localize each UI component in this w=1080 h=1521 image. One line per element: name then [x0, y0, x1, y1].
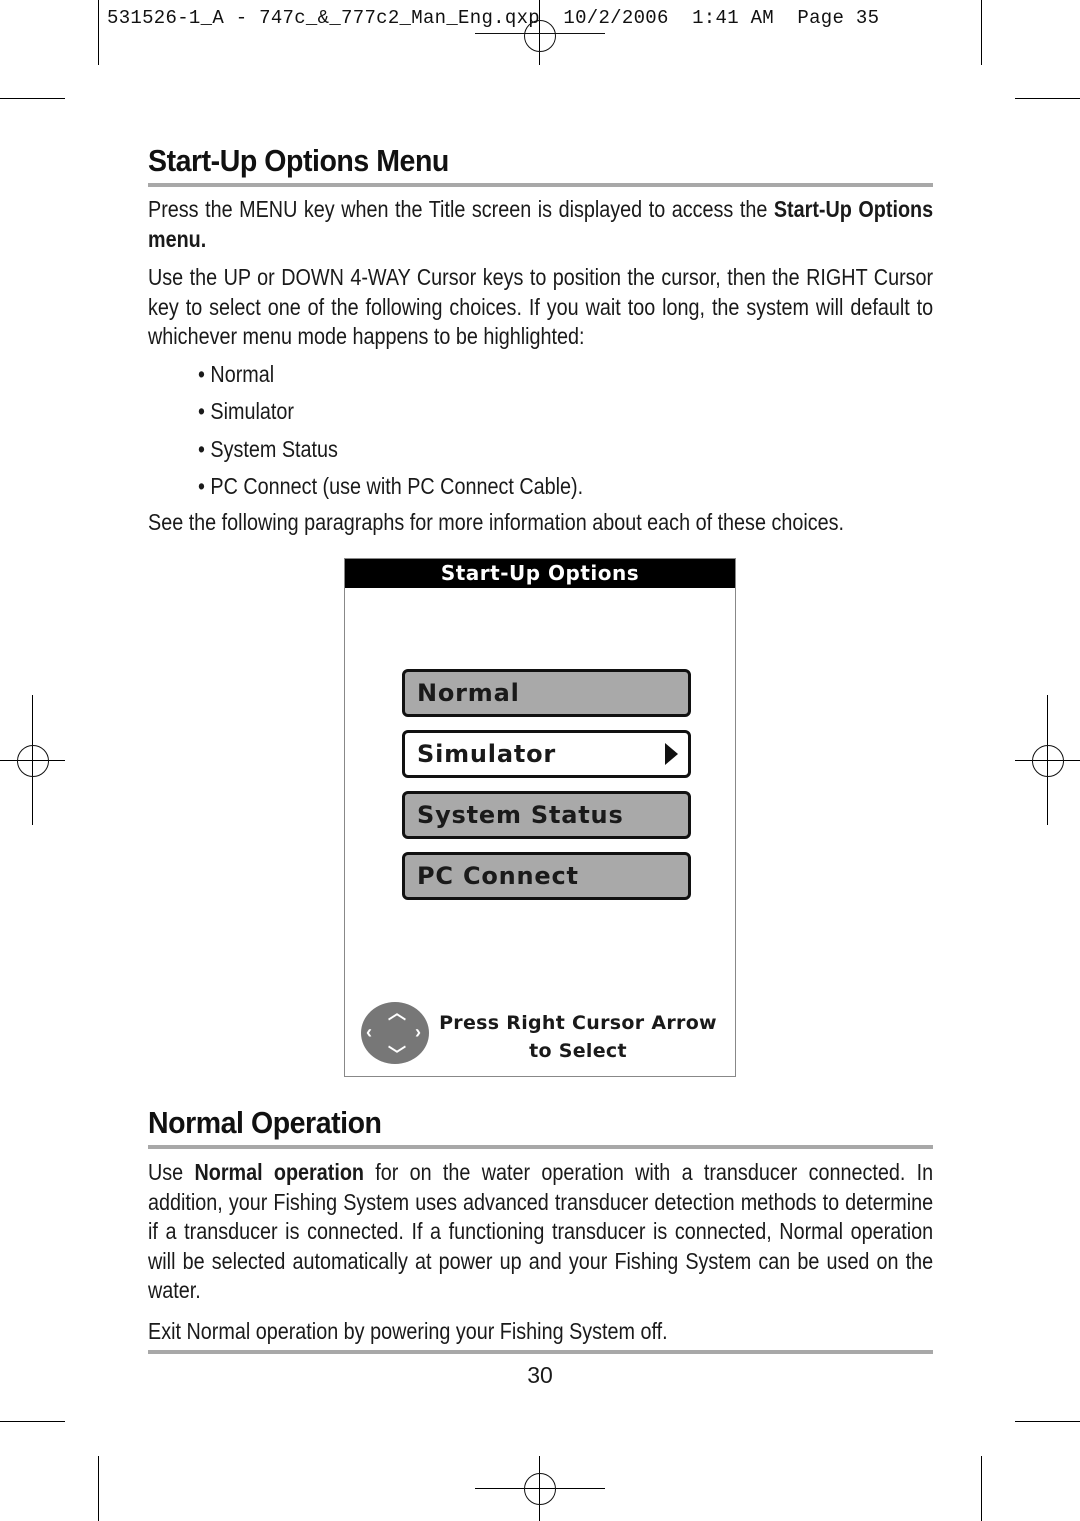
paragraph: See the following paragraphs for more in… [148, 508, 845, 535]
crop-mark [981, 1456, 982, 1521]
list-item: • Simulator [198, 398, 294, 424]
option-normal[interactable]: Normal [402, 669, 691, 717]
right-arrow-icon [665, 743, 678, 765]
option-system-status[interactable]: System Status [402, 791, 691, 839]
left-arrow-icon: ‹ [366, 1022, 372, 1042]
bottom-rule [148, 1350, 933, 1354]
title-rule [148, 1145, 933, 1149]
list-item: • PC Connect (use with PC Connect Cable)… [198, 473, 584, 499]
list-item: • Normal [198, 360, 275, 387]
bold-text: Normal operation [194, 1159, 365, 1185]
section-normal-operation: Normal Operation Use Normal operation fo… [148, 1105, 933, 1354]
select-hint: Press Right Cursor Arrow to Select [433, 1009, 723, 1065]
paragraph-text: Use [148, 1159, 195, 1185]
crop-mark [1015, 98, 1080, 99]
down-arrow-icon: ﹀ [388, 1045, 406, 1065]
file-slug: 531526-1_A - 747c_&_777c2_Man_Eng.qxp 10… [107, 7, 880, 29]
slug-underline [475, 33, 605, 34]
paragraph: Use Normal operation for on the water op… [148, 1158, 933, 1306]
screen-title: Start-Up Options [345, 559, 735, 588]
option-label: System Status [417, 801, 624, 829]
option-simulator[interactable]: Simulator [402, 730, 691, 778]
paragraph: Use the UP or DOWN 4-WAY Cursor keys to … [148, 264, 934, 349]
option-label: Simulator [417, 740, 557, 768]
section-startup-options: Start-Up Options Menu Press the MENU key… [148, 143, 933, 537]
paragraph: Press the MENU key when the Title screen… [148, 195, 933, 254]
paragraph: Exit Normal operation by powering your F… [148, 1317, 668, 1344]
registration-mark [524, 1473, 556, 1505]
section-title: Normal Operation [148, 1105, 382, 1140]
crop-mark [0, 1421, 65, 1422]
hint-line: Press Right Cursor Arrow [439, 1012, 717, 1034]
registration-mark [1032, 745, 1064, 777]
option-label: PC Connect [417, 862, 579, 890]
option-label: Normal [417, 679, 520, 707]
list-item: • System Status [198, 435, 338, 462]
section-title: Start-Up Options Menu [148, 143, 449, 178]
startup-options-screen: Start-Up Options Normal Simulator System… [344, 558, 736, 1077]
crop-mark [981, 0, 982, 65]
option-pc-connect[interactable]: PC Connect [402, 852, 691, 900]
registration-mark [17, 745, 49, 777]
page-number: 30 [527, 1362, 553, 1388]
crop-mark [1015, 1421, 1080, 1422]
up-arrow-icon: ︿ [388, 1003, 406, 1023]
crop-mark [98, 0, 99, 65]
right-arrow-icon: › [415, 1022, 421, 1042]
crop-mark [0, 98, 65, 99]
title-rule [148, 183, 933, 187]
hint-line: to Select [529, 1040, 627, 1062]
paragraph-text: Press the MENU key when the Title screen… [148, 196, 774, 222]
four-way-cursor-pad-icon: ︿ ﹀ ‹ › [361, 1002, 429, 1064]
options-list: • Normal • Simulator • System Status • P… [198, 356, 933, 506]
crop-mark [98, 1456, 99, 1521]
